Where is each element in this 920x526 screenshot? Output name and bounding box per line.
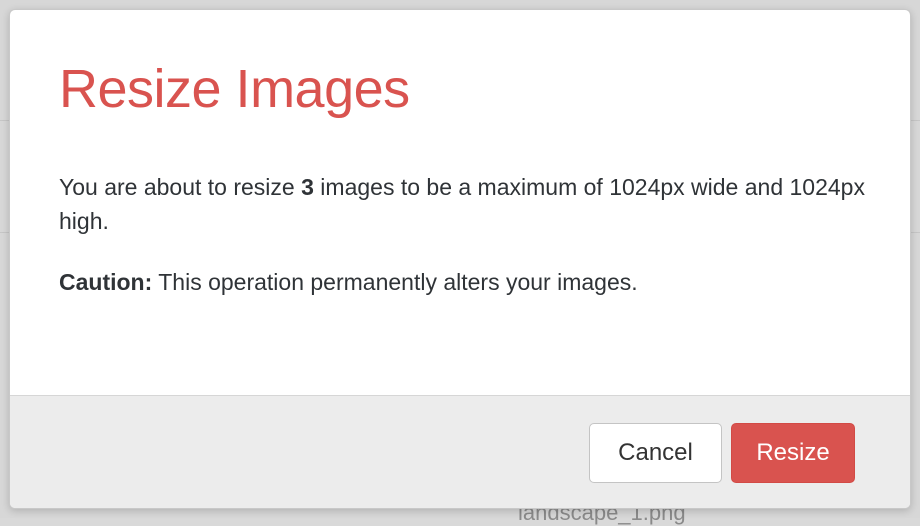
resize-images-dialog: Resize Images You are about to resize 3 … bbox=[9, 9, 911, 509]
caution-message: Caution: This operation permanently alte… bbox=[59, 265, 879, 299]
dialog-message: You are about to resize 3 images to be a… bbox=[59, 170, 879, 238]
message-prefix: You are about to resize bbox=[59, 174, 302, 200]
dialog-footer: Cancel Resize bbox=[10, 395, 910, 508]
backdrop-divider bbox=[910, 120, 920, 121]
resize-button[interactable]: Resize bbox=[731, 423, 855, 483]
dialog-body: Resize Images You are about to resize 3 … bbox=[10, 10, 910, 395]
cancel-button[interactable]: Cancel bbox=[589, 423, 722, 483]
dialog-title: Resize Images bbox=[59, 59, 410, 119]
backdrop-divider bbox=[910, 232, 920, 233]
image-count: 3 bbox=[301, 174, 314, 200]
caution-text: This operation permanently alters your i… bbox=[152, 269, 638, 295]
caution-label: Caution: bbox=[59, 269, 153, 295]
